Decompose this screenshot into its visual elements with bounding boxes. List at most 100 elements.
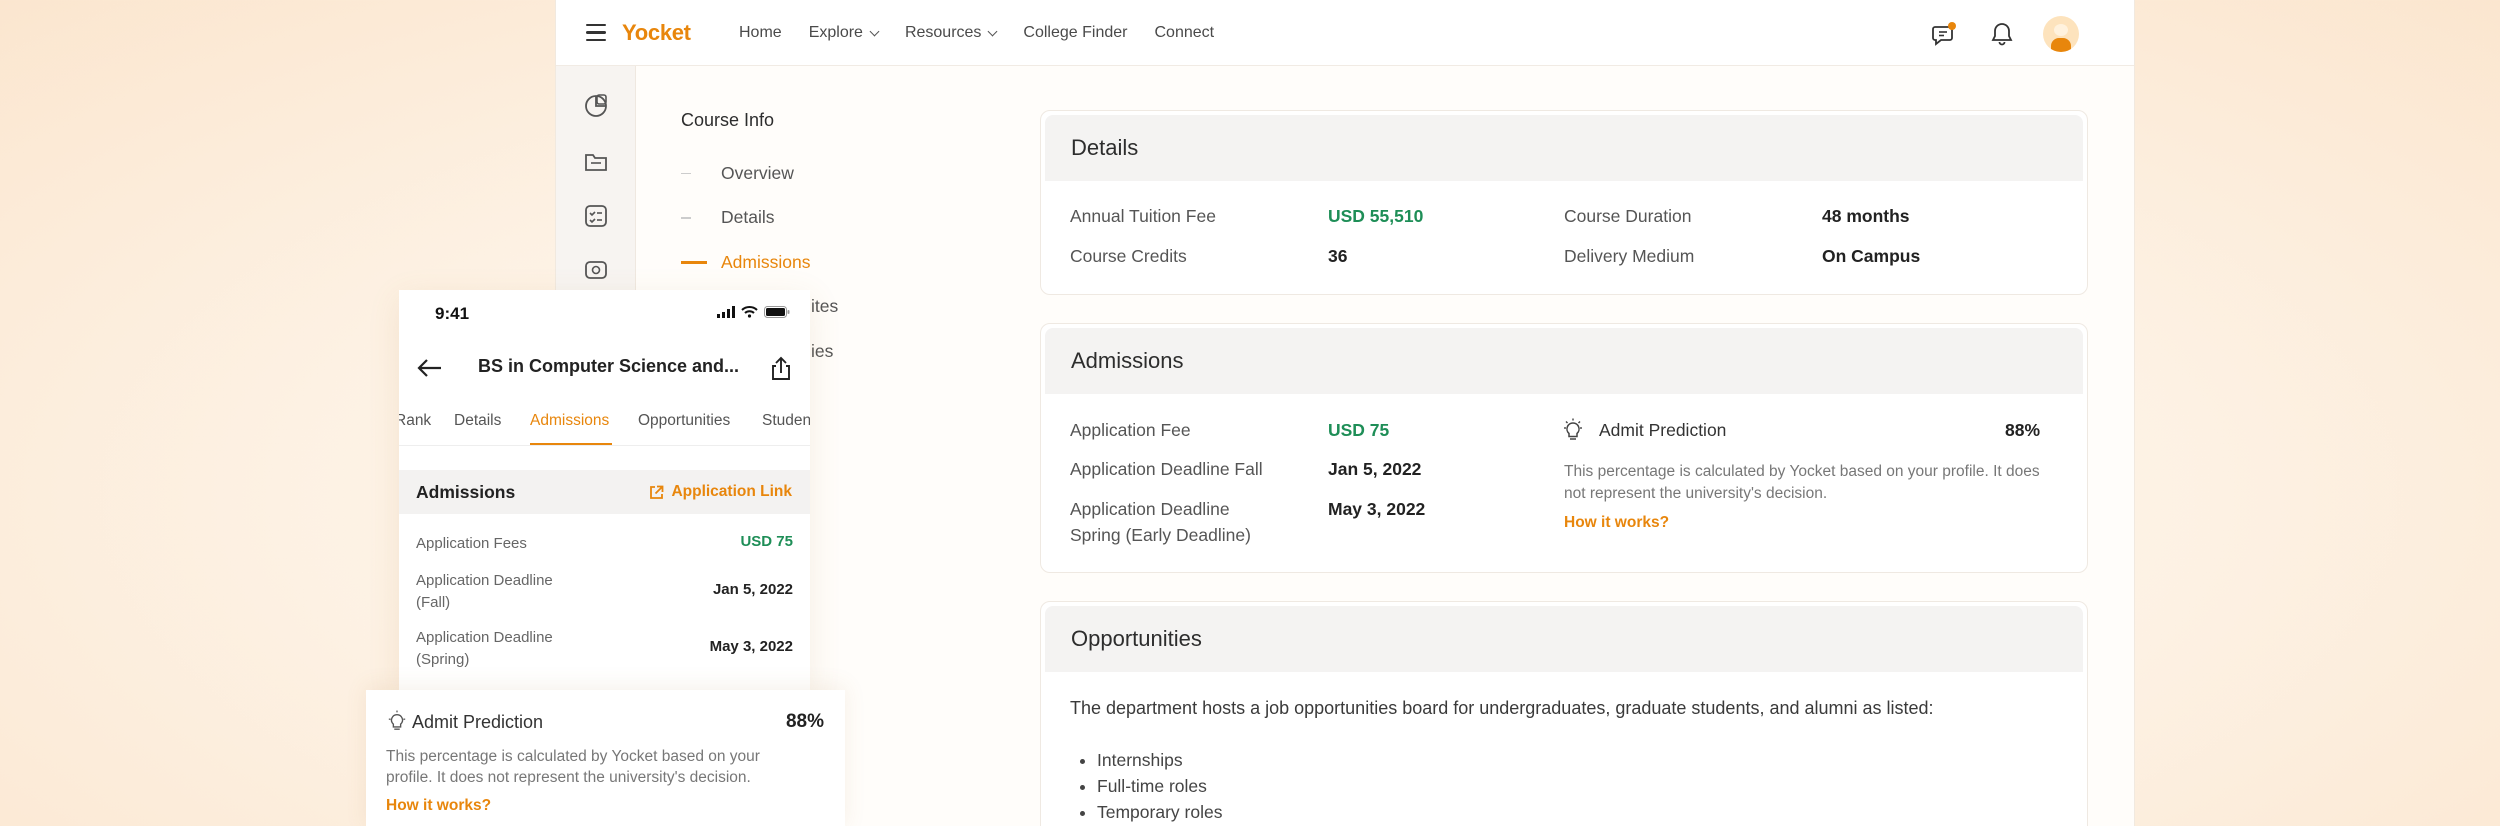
nav-dash (681, 172, 691, 174)
application-fee-label: Application Fee (1070, 420, 1191, 440)
external-link-icon (650, 485, 664, 499)
medium-label: Delivery Medium (1564, 246, 1695, 266)
back-arrow-icon[interactable] (417, 358, 443, 378)
details-card-title: Details (1045, 115, 2083, 181)
mobile-spring-row: Application Deadline (Spring) May 3, 202… (416, 627, 793, 671)
hamburger-menu-icon[interactable] (586, 24, 606, 42)
list-item: Full-time roles (1097, 773, 1222, 799)
deadline-spring-label-line2: Spring (Early Deadline) (1070, 525, 1251, 545)
course-nav-details[interactable]: Details (681, 196, 861, 241)
mobile-tabs: Rank Details Admissions Opportunities St… (399, 396, 810, 446)
status-time: 9:41 (435, 304, 470, 323)
course-info-title: Course Info (681, 110, 775, 130)
checklist-icon[interactable] (582, 202, 610, 230)
folder-icon[interactable] (582, 147, 610, 175)
deadline-spring-label-line1: Application Deadline (1070, 499, 1230, 519)
bell-icon (1991, 23, 2013, 46)
credits-value: 36 (1328, 246, 1348, 266)
mobile-fees-row: Application Fees USD 75 (416, 533, 793, 555)
nav-connect[interactable]: Connect (1154, 24, 1214, 42)
medium-value: On Campus (1822, 246, 1921, 266)
mobile-header: BS in Computer Science and... (399, 340, 810, 396)
nav-college-finder[interactable]: College Finder (1023, 24, 1127, 42)
application-link-label: Application Link (671, 483, 792, 500)
mobile-spring-value: May 3, 2022 (709, 638, 793, 655)
deadline-fall-value: Jan 5, 2022 (1328, 459, 1422, 479)
mobile-how-it-works-link[interactable]: How it works? (386, 797, 491, 815)
admissions-card: Admissions Application Fee USD 75 Applic… (1040, 323, 2088, 573)
dashboard-icon[interactable] (582, 92, 610, 120)
tab-students[interactable]: Studen (762, 412, 810, 430)
nav-home-label: Home (739, 24, 782, 41)
main-nav: Home Explore Resources College Finder Co… (739, 24, 1214, 42)
mobile-prediction-value: 88% (785, 711, 824, 732)
tab-details[interactable]: Details (454, 412, 501, 430)
tuition-value: USD 55,510 (1328, 206, 1424, 226)
admissions-card-title: Admissions (1045, 328, 2083, 394)
status-icons (717, 306, 790, 318)
duration-value: 48 months (1822, 206, 1910, 226)
nav-resources-label: Resources (904, 24, 982, 41)
tab-rank[interactable]: Rank (399, 412, 431, 430)
prediction-note-line1: This percentage is calculated by Yocket … (1564, 463, 2040, 480)
course-nav-admissions[interactable]: Admissions (681, 240, 861, 285)
nav-dash-active (681, 261, 707, 264)
deadline-fall-label: Application Deadline Fall (1070, 459, 1263, 479)
mobile-prediction-label: Admit Prediction (412, 712, 544, 732)
tuition-label: Annual Tuition Fee (1070, 206, 1216, 226)
mobile-admissions-header: Admissions Application Link (399, 470, 810, 514)
nav-explore[interactable]: Explore (808, 24, 880, 42)
active-tab-indicator (530, 443, 612, 445)
mobile-admissions-title: Admissions (416, 482, 516, 502)
mobile-spring-label-line1: Application Deadline (416, 629, 553, 646)
video-icon[interactable] (582, 256, 610, 284)
avatar-body (2051, 38, 2071, 52)
course-nav-overview-label: Overview (721, 162, 794, 183)
share-icon[interactable] (768, 354, 794, 382)
nav-home[interactable]: Home (739, 24, 782, 42)
mobile-fall-label-line1: Application Deadline (416, 572, 553, 589)
mobile-fees-label: Application Fees (416, 535, 527, 552)
mobile-fees-value: USD 75 (740, 533, 793, 550)
avatar-head (2054, 24, 2068, 36)
opportunities-list: Internships Full-time roles Temporary ro… (1070, 747, 1222, 825)
nav-dash (681, 217, 691, 219)
nav-explore-label: Explore (808, 24, 863, 41)
mobile-fall-label-line2: (Fall) (416, 594, 451, 611)
list-item: Internships (1097, 747, 1222, 773)
mobile-spring-label-line2: (Spring) (416, 651, 470, 668)
notifications-button[interactable] (1985, 17, 2019, 51)
course-title: BS in Computer Science and... (478, 356, 740, 376)
mobile-app-screen: 9:41 BS in Computer Science and... Rank … (399, 290, 810, 690)
opportunities-card: Opportunities The department hosts a job… (1040, 601, 2088, 826)
how-it-works-link[interactable]: How it works? (1564, 514, 1669, 532)
nav-connect-label: Connect (1154, 24, 1215, 41)
chat-icon (1932, 22, 1956, 46)
list-item: Temporary roles (1097, 799, 1222, 825)
tab-admissions[interactable]: Admissions (530, 412, 609, 430)
user-avatar[interactable] (2043, 16, 2079, 52)
yocket-logo[interactable]: Yocket (622, 20, 691, 46)
tab-opportunities[interactable]: Opportunities (638, 412, 730, 430)
mobile-fall-row: Application Deadline (Fall) Jan 5, 2022 (416, 570, 793, 614)
chevron-down-icon (869, 26, 880, 36)
deadline-spring-value: May 3, 2022 (1328, 499, 1426, 519)
lightbulb-icon (388, 710, 406, 730)
opportunities-card-title: Opportunities (1045, 606, 2083, 672)
mobile-prediction-note-line2: profile. It does not represent the unive… (386, 769, 751, 786)
lightbulb-icon (1564, 418, 1582, 440)
credits-label: Course Credits (1070, 246, 1187, 266)
nav-resources[interactable]: Resources (904, 24, 998, 42)
application-link-button[interactable]: Application Link (649, 483, 792, 501)
mobile-prediction-note-line1: This percentage is calculated by Yocket … (386, 748, 760, 765)
nav-college-finder-label: College Finder (1023, 24, 1128, 41)
chat-button[interactable] (1927, 17, 1961, 51)
course-nav-overview[interactable]: Overview (681, 151, 861, 196)
details-card: Details Annual Tuition Fee USD 55,510 Co… (1040, 110, 2088, 295)
mobile-admit-prediction-panel: Admit Prediction 88% This percentage is … (366, 690, 845, 826)
prediction-note-line2: not represent the university's decision. (1564, 485, 1828, 502)
application-fee-value: USD 75 (1328, 420, 1390, 440)
course-nav-details-label: Details (721, 207, 775, 228)
admit-prediction-label: Admit Prediction (1599, 420, 1727, 440)
top-navigation-bar: Yocket Home Explore Resources College Fi… (556, 0, 2134, 66)
